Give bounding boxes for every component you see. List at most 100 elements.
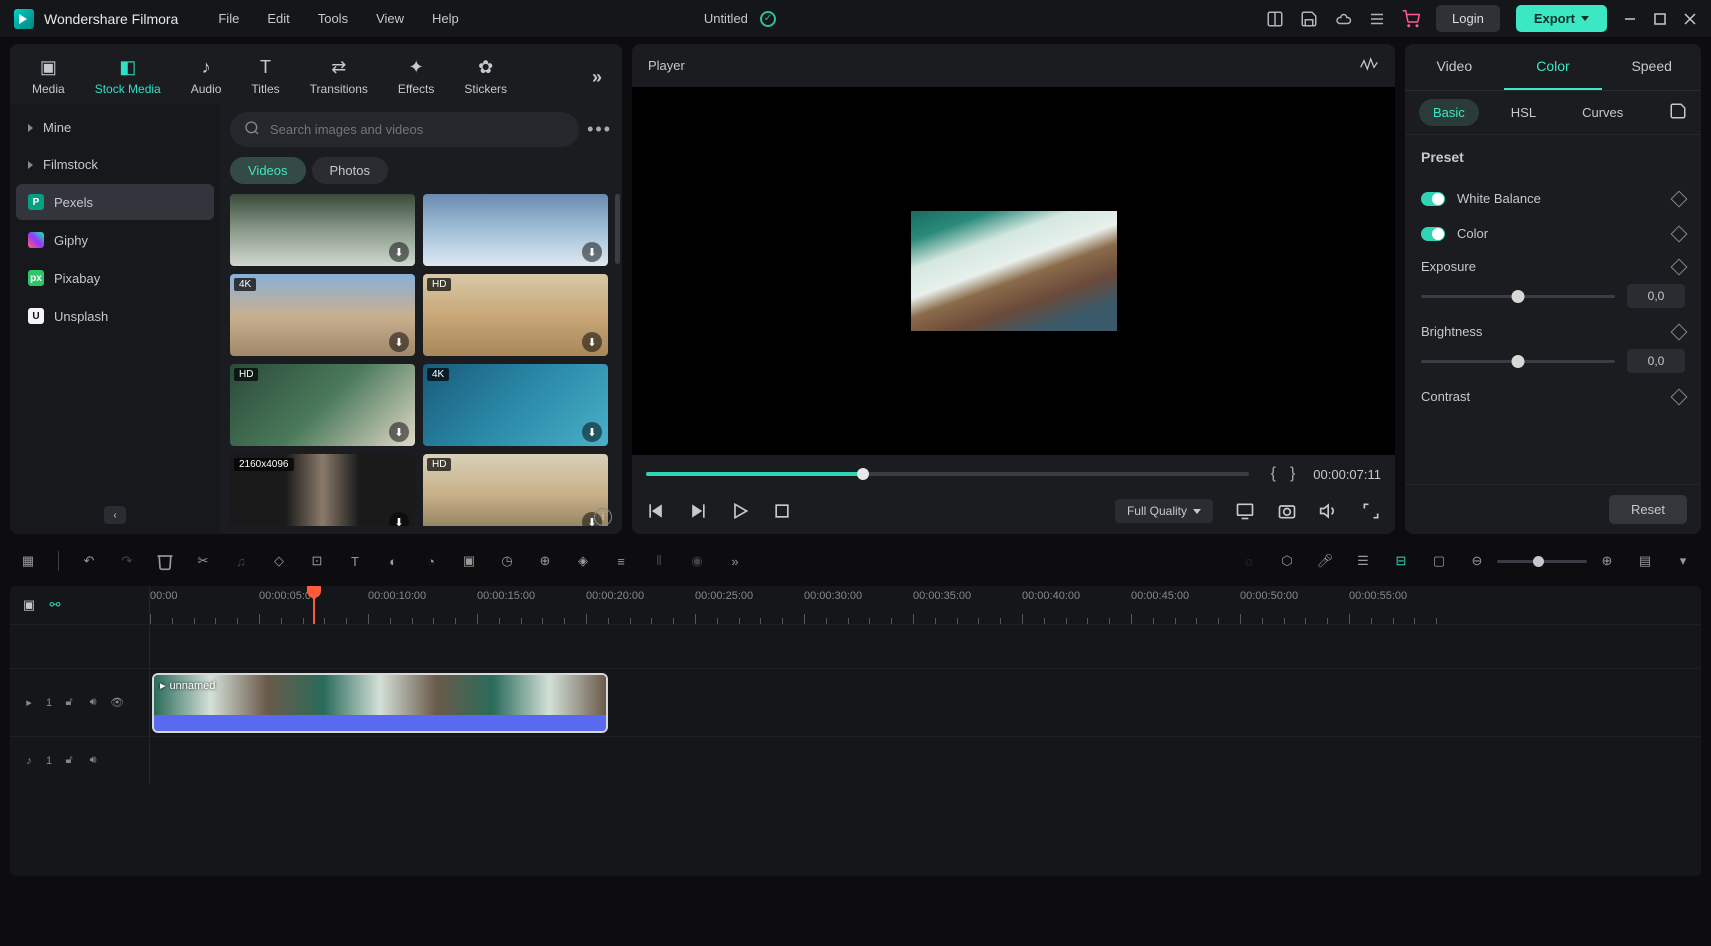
tag-icon[interactable]: ◇ xyxy=(269,551,289,571)
filter-photos[interactable]: Photos xyxy=(312,157,388,184)
tab-video[interactable]: Video xyxy=(1405,44,1504,90)
stock-thumb[interactable]: 4K⬇ xyxy=(423,364,608,446)
source-pixabay[interactable]: pxPixabay xyxy=(16,260,214,296)
track-options-icon[interactable]: ▾ xyxy=(1673,551,1693,571)
cloud-icon[interactable] xyxy=(1334,10,1352,28)
keyframe-icon[interactable] xyxy=(1671,225,1688,242)
tab-speed[interactable]: Speed xyxy=(1602,44,1701,90)
download-icon[interactable]: ⬇ xyxy=(389,512,409,526)
stock-thumb[interactable]: HD⬇ xyxy=(423,274,608,356)
subtab-hsl[interactable]: HSL xyxy=(1497,99,1550,126)
more-options-icon[interactable]: ••• xyxy=(587,119,612,140)
quality-dropdown[interactable]: Full Quality xyxy=(1115,499,1213,523)
audio-track-icon[interactable]: ♪ xyxy=(22,754,36,768)
video-viewport[interactable] xyxy=(632,87,1395,455)
frame-icon[interactable]: ▣ xyxy=(459,551,479,571)
exposure-value[interactable]: 0,0 xyxy=(1627,284,1685,308)
video-track-icon[interactable]: ▸ xyxy=(22,696,36,710)
subtab-curves[interactable]: Curves xyxy=(1568,99,1637,126)
mark-in-icon[interactable]: { xyxy=(1271,465,1276,483)
download-icon[interactable]: ⬇ xyxy=(389,242,409,262)
crop-icon[interactable]: ⊡ xyxy=(307,551,327,571)
stock-thumb[interactable]: HD⬇ xyxy=(230,364,415,446)
volume-icon[interactable] xyxy=(1319,501,1339,521)
playhead[interactable]: ✂ Click to split (Ctrl+B) Drag to move p… xyxy=(313,586,315,624)
tab-stock-media[interactable]: ◧Stock Media xyxy=(83,50,173,104)
keyframe-icon[interactable] xyxy=(1671,258,1688,275)
collapse-sidebar-icon[interactable]: ‹ xyxy=(104,506,126,524)
snap-icon[interactable]: ⊟ xyxy=(1391,551,1411,571)
zoom-slider[interactable] xyxy=(1497,560,1587,563)
keyframe-tool-icon[interactable]: ◈ xyxy=(573,551,593,571)
subtab-basic[interactable]: Basic xyxy=(1419,99,1479,126)
stock-thumb[interactable]: HD⬇ xyxy=(423,454,608,526)
tab-stickers[interactable]: ✿Stickers xyxy=(452,50,519,104)
tab-titles[interactable]: TTitles xyxy=(239,50,291,104)
color-icon[interactable]: ◔ xyxy=(421,551,441,571)
keyframe-icon[interactable] xyxy=(1671,323,1688,340)
link-icon[interactable]: ⚯ xyxy=(48,598,62,612)
stock-thumb[interactable]: 2160x4096⬇ xyxy=(230,454,415,526)
brightness-value[interactable]: 0,0 xyxy=(1627,349,1685,373)
render-icon[interactable]: ▢ xyxy=(1429,551,1449,571)
mic-icon[interactable]: 🎤︎ xyxy=(1315,551,1335,571)
source-filmstock[interactable]: Filmstock xyxy=(16,147,214,182)
white-balance-toggle[interactable] xyxy=(1421,192,1445,206)
info-icon[interactable]: i xyxy=(594,508,612,526)
text-tool-icon[interactable]: T xyxy=(345,551,365,571)
cart-icon[interactable] xyxy=(1402,10,1420,28)
effect-icon[interactable]: ◉ xyxy=(687,551,707,571)
tab-color[interactable]: Color xyxy=(1504,44,1603,90)
download-icon[interactable]: ⬇ xyxy=(582,242,602,262)
zoom-in-icon[interactable]: ⊕ xyxy=(1597,551,1617,571)
voice-icon[interactable]: ⦀ xyxy=(649,551,669,571)
login-button[interactable]: Login xyxy=(1436,5,1500,32)
play-button[interactable] xyxy=(730,501,750,521)
visibility-icon[interactable]: 👁︎ xyxy=(110,696,124,710)
reset-button[interactable]: Reset xyxy=(1609,495,1687,524)
scrollbar[interactable] xyxy=(615,194,620,264)
menu-file[interactable]: File xyxy=(218,11,239,26)
maximize-button[interactable] xyxy=(1653,12,1667,26)
keyframe-icon[interactable] xyxy=(1671,388,1688,405)
source-giphy[interactable]: Giphy xyxy=(16,222,214,258)
tab-transitions[interactable]: ⇄Transitions xyxy=(298,50,380,104)
source-pexels[interactable]: PPexels xyxy=(16,184,214,220)
export-button[interactable]: Export xyxy=(1516,5,1607,32)
download-icon[interactable]: ⬇ xyxy=(389,332,409,352)
menu-tools[interactable]: Tools xyxy=(318,11,348,26)
save-preset-icon[interactable] xyxy=(1669,102,1687,123)
next-frame-button[interactable] xyxy=(688,501,708,521)
adjust-icon[interactable]: ≡ xyxy=(611,551,631,571)
scopes-icon[interactable] xyxy=(1359,56,1379,75)
tab-media[interactable]: ▣Media xyxy=(20,50,77,104)
track-manage-icon[interactable]: ▣ xyxy=(22,598,36,612)
lock-icon[interactable]: 🔓︎ xyxy=(62,754,76,768)
track-view-icon[interactable]: ▤ xyxy=(1635,551,1655,571)
marker-icon[interactable]: ⬡ xyxy=(1277,551,1297,571)
add-icon[interactable]: ⊕ xyxy=(535,551,555,571)
menu-view[interactable]: View xyxy=(376,11,404,26)
grid-icon[interactable]: ▦ xyxy=(18,551,38,571)
menu-help[interactable]: Help xyxy=(432,11,459,26)
minimize-button[interactable] xyxy=(1623,12,1637,26)
video-clip[interactable]: ▸unnamed xyxy=(152,673,608,733)
tab-effects[interactable]: ✦Effects xyxy=(386,50,446,104)
list-icon[interactable] xyxy=(1368,10,1386,28)
download-icon[interactable]: ⬇ xyxy=(582,422,602,442)
save-icon[interactable] xyxy=(1300,10,1318,28)
time-ruler[interactable]: ✂ Click to split (Ctrl+B) Drag to move p… xyxy=(150,586,1701,624)
fullscreen-icon[interactable] xyxy=(1361,501,1381,521)
expand-tabs-icon[interactable]: » xyxy=(582,57,612,98)
stop-button[interactable] xyxy=(772,501,792,521)
lock-icon[interactable]: 🔓︎ xyxy=(62,696,76,710)
keyframe-icon[interactable] xyxy=(1671,190,1688,207)
brightness-slider[interactable] xyxy=(1421,360,1615,363)
music-edit-icon[interactable]: ♫ xyxy=(231,551,251,571)
mute-icon[interactable]: 🔊︎ xyxy=(86,696,100,710)
timer-icon[interactable]: ◷ xyxy=(497,551,517,571)
menu-edit[interactable]: Edit xyxy=(267,11,289,26)
exposure-slider[interactable] xyxy=(1421,295,1615,298)
tab-audio[interactable]: ♪Audio xyxy=(179,50,234,104)
mute-icon[interactable]: 🔊︎ xyxy=(86,754,100,768)
